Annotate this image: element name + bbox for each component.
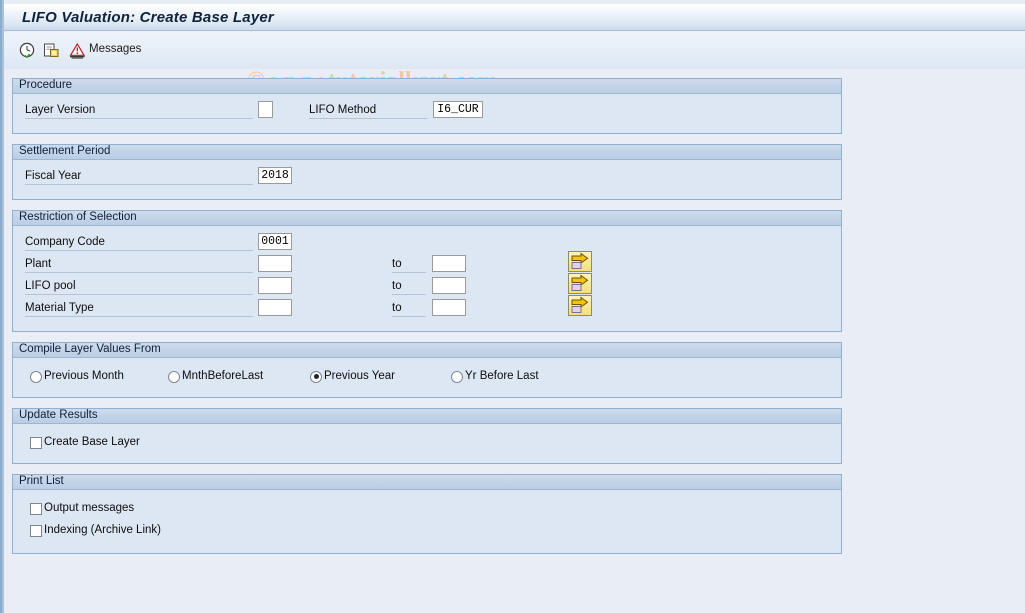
group-procedure-header: Procedure bbox=[13, 79, 841, 94]
group-procedure: Procedure Layer Version LIFO Method I6_C… bbox=[12, 78, 842, 134]
messages-button-label: Messages bbox=[89, 42, 142, 55]
plant-to-label: to bbox=[392, 257, 426, 273]
multiple-selection-arrow-icon bbox=[571, 274, 589, 291]
group-procedure-title: Procedure bbox=[19, 79, 73, 91]
radio-previous-year[interactable]: Previous Year bbox=[310, 370, 395, 383]
group-update-results: Update Results Create Base Layer bbox=[12, 408, 842, 464]
group-compile-title: Compile Layer Values From bbox=[19, 343, 161, 355]
fiscal-year-label: Fiscal Year bbox=[25, 169, 253, 185]
checkbox-indexing-archive-link[interactable]: Indexing (Archive Link) bbox=[30, 524, 161, 537]
lifo-pool-from-input[interactable] bbox=[258, 277, 292, 294]
radio-previous-year-indicator bbox=[310, 370, 322, 383]
window-left-edge bbox=[2, 0, 4, 613]
radio-mnth-before-last-indicator bbox=[168, 370, 180, 383]
radio-mnth-before-last[interactable]: MnthBeforeLast bbox=[168, 370, 263, 383]
lifo-pool-to-input[interactable] bbox=[432, 277, 466, 294]
radio-yr-before-last[interactable]: Yr Before Last bbox=[451, 370, 539, 383]
group-update-results-title: Update Results bbox=[19, 409, 98, 421]
lifo-method-input[interactable]: I6_CUR bbox=[433, 101, 483, 118]
group-print-list: Print List Output messages Indexing (Arc… bbox=[12, 474, 842, 554]
execute-button[interactable] bbox=[16, 39, 39, 61]
radio-mnth-before-last-label: MnthBeforeLast bbox=[182, 370, 264, 382]
multiple-selection-arrow-icon bbox=[571, 252, 589, 269]
lifo-pool-label: LIFO pool bbox=[25, 279, 253, 295]
group-compile-layer-values: Compile Layer Values From Previous Month… bbox=[12, 342, 842, 398]
layer-version-input[interactable] bbox=[258, 101, 273, 118]
group-restriction-of-selection: Restriction of Selection Company Code 00… bbox=[12, 210, 842, 332]
layer-version-label: Layer Version bbox=[25, 103, 253, 119]
warning-triangle-icon bbox=[69, 42, 86, 59]
window-titlebar: LIFO Valuation: Create Base Layer bbox=[4, 4, 1025, 31]
copy-button[interactable] bbox=[40, 39, 63, 61]
group-compile-body: Previous Month MnthBeforeLast Previous Y… bbox=[13, 358, 841, 397]
group-settlement-period-header: Settlement Period bbox=[13, 145, 841, 160]
plant-from-input[interactable] bbox=[258, 255, 292, 272]
group-restriction-header: Restriction of Selection bbox=[13, 211, 841, 226]
group-compile-header: Compile Layer Values From bbox=[13, 343, 841, 358]
messages-button[interactable]: Messages bbox=[66, 39, 144, 61]
page-title: LIFO Valuation: Create Base Layer bbox=[22, 9, 274, 26]
group-procedure-body: Layer Version LIFO Method I6_CUR bbox=[13, 94, 841, 133]
material-type-from-input[interactable] bbox=[258, 299, 292, 316]
radio-yr-before-last-label: Yr Before Last bbox=[465, 370, 539, 382]
lifo-method-label: LIFO Method bbox=[309, 103, 427, 119]
checkbox-indexing-archive-link-label: Indexing (Archive Link) bbox=[44, 524, 161, 536]
material-type-multiple-selection-button[interactable] bbox=[568, 295, 592, 316]
material-type-label: Material Type bbox=[25, 301, 253, 317]
lifo-pool-to-label: to bbox=[392, 279, 426, 295]
material-type-to-label: to bbox=[392, 301, 426, 317]
checkbox-indexing-archive-link-indicator bbox=[30, 524, 42, 537]
radio-previous-year-label: Previous Year bbox=[324, 370, 395, 382]
group-update-results-header: Update Results bbox=[13, 409, 841, 424]
plant-to-input[interactable] bbox=[432, 255, 466, 272]
group-restriction-title: Restriction of Selection bbox=[19, 211, 137, 223]
group-settlement-period: Settlement Period Fiscal Year 2018 bbox=[12, 144, 842, 200]
radio-yr-before-last-indicator bbox=[451, 370, 463, 383]
radio-previous-month-indicator bbox=[30, 370, 42, 383]
checkbox-create-base-layer-label: Create Base Layer bbox=[44, 436, 140, 448]
group-print-list-header: Print List bbox=[13, 475, 841, 490]
radio-previous-month-label: Previous Month bbox=[44, 370, 124, 382]
material-type-to-input[interactable] bbox=[432, 299, 466, 316]
fiscal-year-input[interactable]: 2018 bbox=[258, 167, 292, 184]
group-settlement-period-body: Fiscal Year 2018 bbox=[13, 160, 841, 199]
sap-transaction-screen: LIFO Valuation: Create Base Layer Messag… bbox=[0, 0, 1025, 613]
group-settlement-period-title: Settlement Period bbox=[19, 145, 111, 157]
company-code-label: Company Code bbox=[25, 235, 253, 251]
lifo-pool-multiple-selection-button[interactable] bbox=[568, 273, 592, 294]
company-code-input[interactable]: 0001 bbox=[258, 233, 292, 250]
group-update-results-body: Create Base Layer bbox=[13, 424, 841, 463]
checkbox-output-messages-label: Output messages bbox=[44, 502, 135, 514]
checkbox-output-messages-indicator bbox=[30, 502, 42, 515]
plant-multiple-selection-button[interactable] bbox=[568, 251, 592, 272]
multiple-selection-arrow-icon bbox=[571, 296, 589, 313]
group-restriction-body: Company Code 0001 Plant to LIFO pool to bbox=[13, 226, 841, 331]
radio-previous-month[interactable]: Previous Month bbox=[30, 370, 124, 383]
checkbox-output-messages[interactable]: Output messages bbox=[30, 502, 134, 515]
checkbox-create-base-layer-indicator bbox=[30, 436, 42, 449]
group-print-list-title: Print List bbox=[19, 475, 64, 487]
group-print-list-body: Output messages Indexing (Archive Link) bbox=[13, 490, 841, 553]
checkbox-create-base-layer[interactable]: Create Base Layer bbox=[30, 436, 140, 449]
plant-label: Plant bbox=[25, 257, 253, 273]
execute-clock-icon bbox=[19, 42, 35, 58]
application-toolbar: Messages © www.tutorialkart.com bbox=[4, 32, 1025, 94]
copy-document-icon bbox=[44, 43, 59, 57]
